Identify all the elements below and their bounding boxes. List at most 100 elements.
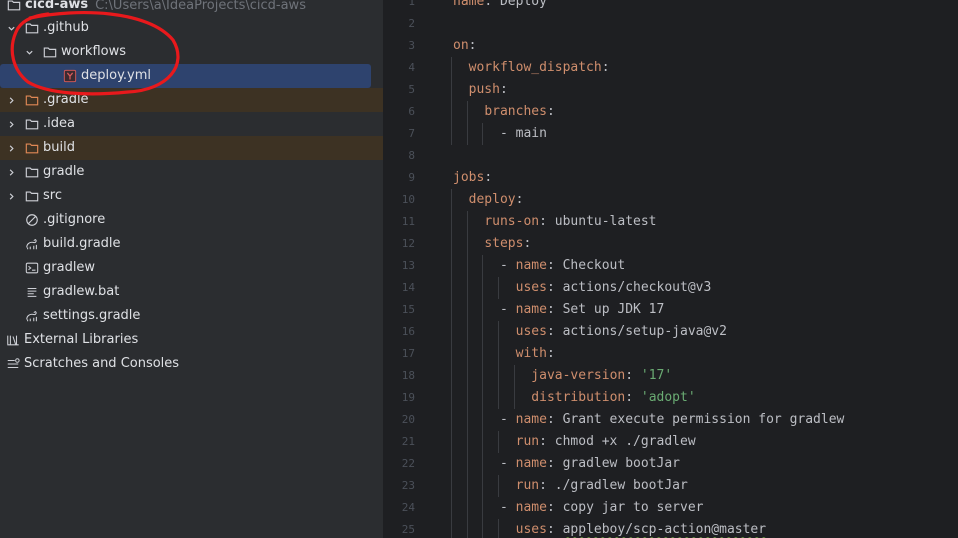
code-editor[interactable]: 1 2 3 4 5 6 7 8 9 10 11 12 13 14 15 16 17 18 19 20 21 22 23 24 2…	[383, 0, 958, 538]
indent-guide	[497, 519, 499, 538]
code-line[interactable]: - name: copy jar to server	[500, 497, 704, 519]
code-line[interactable]: branches:	[484, 101, 554, 123]
tree-item-gradle[interactable]: gradle	[0, 160, 383, 184]
yaml-separator: :	[546, 522, 563, 537]
indent-guide	[466, 101, 468, 145]
tree-item-src[interactable]: src	[0, 184, 383, 208]
indent-guide	[482, 123, 484, 145]
tree-root[interactable]: cicd-aws C:\Users\a\IdeaProjects\cicd-aw…	[0, 0, 383, 17]
code-line[interactable]: java-version: '17'	[531, 365, 672, 387]
tree-item-scratches[interactable]: Scratches and Consoles	[0, 352, 383, 376]
code-line[interactable]: - name: Set up JDK 17	[500, 299, 664, 321]
project-name: cicd-aws	[25, 0, 89, 12]
indent-guide	[451, 57, 452, 145]
yaml-value: chmod +x ./gradlew	[554, 434, 696, 449]
chevron-right-icon[interactable]	[4, 192, 18, 201]
yaml-string: 'adopt'	[640, 390, 696, 405]
yaml-key: name	[515, 302, 547, 317]
yaml-separator: :	[601, 60, 610, 75]
code-line[interactable]: distribution: 'adopt'	[531, 387, 695, 409]
indent-guide	[497, 431, 499, 453]
tree-item-gradlew-bat[interactable]: gradlew.bat	[0, 280, 383, 304]
tree-item-label: gradlew	[43, 260, 96, 275]
yaml-dash: -	[499, 258, 516, 273]
line-number: 15	[401, 303, 415, 316]
yaml-string: '17'	[640, 368, 673, 383]
code-line[interactable]: deploy:	[469, 189, 524, 211]
chevron-right-icon[interactable]	[4, 144, 18, 153]
yaml-key: run	[515, 478, 540, 493]
code-line[interactable]: with:	[516, 343, 555, 365]
code-line[interactable]: steps:	[484, 233, 531, 255]
chevron-down-icon[interactable]	[4, 24, 18, 33]
project-path: C:\Users\a\IdeaProjects\cicd-aws	[95, 0, 306, 13]
code-line[interactable]: name: Deploy	[453, 0, 547, 13]
code-line[interactable]: jobs:	[453, 167, 492, 189]
yaml-key: branches	[484, 104, 547, 119]
tree-item-gradlew[interactable]: gradlew	[0, 256, 383, 280]
code-line[interactable]: run: chmod +x ./gradlew	[516, 431, 696, 453]
tree-item-build-gradle[interactable]: build.gradle	[0, 232, 383, 256]
yaml-key: java-version	[531, 368, 626, 383]
yaml-separator: :	[539, 478, 555, 493]
chevron-right-icon[interactable]	[4, 120, 18, 129]
line-number: 5	[408, 83, 415, 96]
tree-item-workflows[interactable]: workflows	[0, 40, 383, 64]
line-number: 2	[408, 17, 415, 30]
code-line[interactable]: - name: Grant execute permission for gra…	[500, 409, 844, 431]
excluded-folder-icon	[24, 92, 40, 108]
line-number: 11	[401, 215, 415, 228]
yaml-separator: :	[625, 390, 641, 405]
code-line[interactable]: uses: actions/setup-java@v2	[516, 321, 727, 343]
line-number: 13	[401, 259, 415, 272]
code-line[interactable]: - name: Checkout	[500, 255, 625, 277]
indent-guide	[451, 189, 452, 538]
chevron-down-icon[interactable]	[22, 48, 36, 57]
folder-icon	[24, 188, 40, 204]
yaml-value: ubuntu-latest	[554, 214, 657, 229]
tree-item-build-dir[interactable]: build	[0, 136, 383, 160]
code-line[interactable]: on:	[453, 35, 476, 57]
code-line[interactable]: - main	[500, 123, 547, 145]
tree-item-gitignore[interactable]: .gitignore	[0, 208, 383, 232]
yaml-separator: :	[546, 280, 563, 295]
yaml-separator: :	[546, 258, 563, 273]
yaml-separator: :	[468, 38, 477, 53]
yaml-key: push	[468, 82, 500, 97]
yaml-key: run	[515, 434, 540, 449]
tree-item-deploy-yml[interactable]: deploy.yml	[0, 64, 371, 88]
code-line[interactable]: - name: gradlew bootJar	[500, 453, 680, 475]
code-line[interactable]: runs-on: ubuntu-latest	[484, 211, 656, 233]
code-line[interactable]: push:	[469, 79, 508, 101]
code-line[interactable]: run: ./gradlew bootJar	[516, 475, 688, 497]
tree-item-label: gradle	[43, 164, 85, 179]
line-number: 25	[401, 523, 415, 536]
code-line[interactable]: uses: actions/checkout@v3	[516, 277, 712, 299]
yaml-key: distribution	[531, 390, 626, 405]
yaml-key: name	[515, 456, 547, 471]
line-number: 16	[401, 325, 415, 338]
yaml-separator: :	[546, 324, 563, 339]
tree-item-github[interactable]: .github	[0, 16, 383, 40]
chevron-right-icon[interactable]	[4, 168, 18, 177]
code-area[interactable]: name: Deploy on: workflow_dispatch: push: br…	[451, 0, 953, 538]
gradle-icon	[24, 308, 40, 324]
tree-item-idea[interactable]: .idea	[0, 112, 383, 136]
tree-item-label: gradlew.bat	[43, 284, 120, 299]
chevron-right-icon[interactable]	[4, 96, 18, 105]
yaml-dash: -	[499, 456, 516, 471]
indent-guide	[497, 277, 499, 299]
tree-item-gradle-dir[interactable]: .gradle	[0, 88, 383, 112]
yaml-file-icon	[62, 68, 78, 84]
code-line[interactable]: workflow_dispatch:	[469, 57, 610, 79]
tree-item-external-libraries[interactable]: External Libraries	[0, 328, 383, 352]
yaml-key: name	[515, 412, 547, 427]
yaml-key: runs-on	[484, 214, 540, 229]
tree-item-settings-gradle[interactable]: settings.gradle	[0, 304, 383, 328]
tree-item-label: src	[43, 188, 62, 203]
line-number: 19	[401, 391, 415, 404]
line-number: 1	[408, 0, 415, 8]
yaml-value: actions/checkout@v3	[562, 280, 712, 295]
yaml-dash: -	[499, 412, 516, 427]
code-line[interactable]: uses: appleboy/scp-action@master	[516, 519, 766, 538]
